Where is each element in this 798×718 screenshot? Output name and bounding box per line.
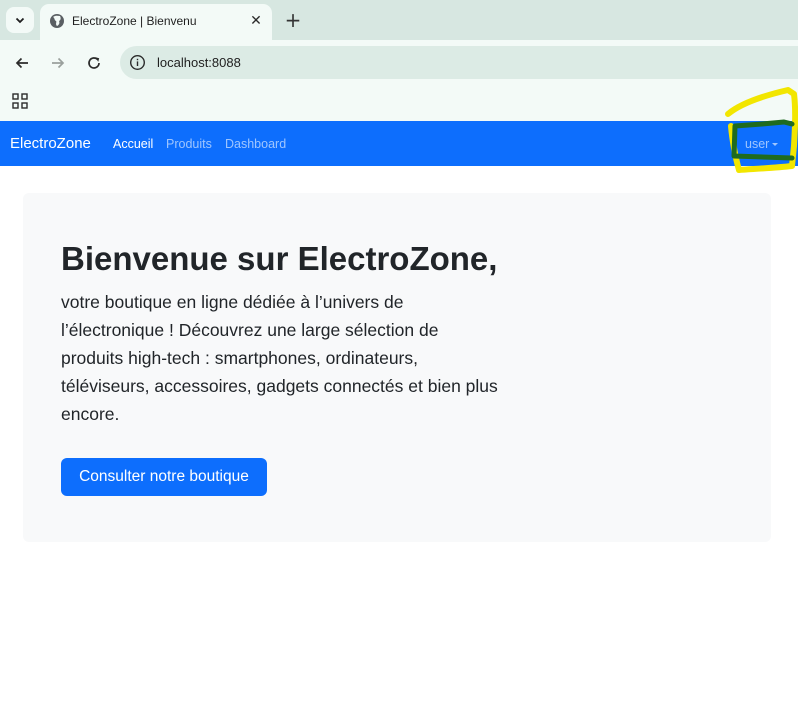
address-bar[interactable]: localhost:8088 bbox=[120, 46, 798, 79]
nav-link-accueil[interactable]: Accueil bbox=[113, 137, 153, 151]
tab-title: ElectroZone | Bienvenu bbox=[72, 14, 197, 28]
site-navbar: ElectroZone Accueil Produits Dashboard u… bbox=[0, 121, 798, 166]
browser-tab[interactable]: ElectroZone | Bienvenu ✕ bbox=[40, 4, 272, 40]
tab-search-button[interactable] bbox=[6, 7, 34, 33]
hero-description: votre boutique en ligne dédiée à l’unive… bbox=[61, 292, 498, 424]
hero-section: Bienvenue sur ElectroZone, votre boutiqu… bbox=[23, 193, 771, 542]
browser-toolbar: localhost:8088 bbox=[0, 40, 798, 85]
caret-down-icon bbox=[772, 142, 779, 146]
arrow-right-icon bbox=[52, 57, 65, 69]
apps-grid-icon[interactable] bbox=[12, 93, 28, 109]
browser-tabstrip: ElectroZone | Bienvenu ✕ + bbox=[0, 0, 798, 40]
nav-link-produits[interactable]: Produits bbox=[166, 137, 212, 151]
forward-button[interactable] bbox=[46, 51, 70, 75]
nav-link-dashboard[interactable]: Dashboard bbox=[225, 137, 286, 151]
reload-button[interactable] bbox=[82, 51, 106, 75]
close-icon[interactable]: ✕ bbox=[247, 12, 265, 30]
hero-title: Bienvenue sur ElectroZone, bbox=[61, 240, 498, 277]
info-icon[interactable] bbox=[129, 54, 146, 71]
user-dropdown[interactable]: user bbox=[745, 137, 779, 151]
chevron-down-icon bbox=[15, 17, 25, 24]
globe-icon bbox=[50, 14, 64, 28]
back-button[interactable] bbox=[10, 51, 34, 75]
reload-icon bbox=[88, 57, 100, 69]
arrow-left-icon bbox=[15, 57, 28, 69]
new-tab-button[interactable]: + bbox=[282, 8, 304, 32]
url-text[interactable]: localhost:8088 bbox=[157, 55, 241, 70]
shop-button[interactable]: Consulter notre boutique bbox=[61, 458, 267, 496]
plus-icon: + bbox=[284, 8, 302, 32]
bookmarks-bar bbox=[0, 85, 798, 121]
user-dropdown-label: user bbox=[745, 137, 770, 151]
brand-link[interactable]: ElectroZone bbox=[10, 135, 91, 152]
